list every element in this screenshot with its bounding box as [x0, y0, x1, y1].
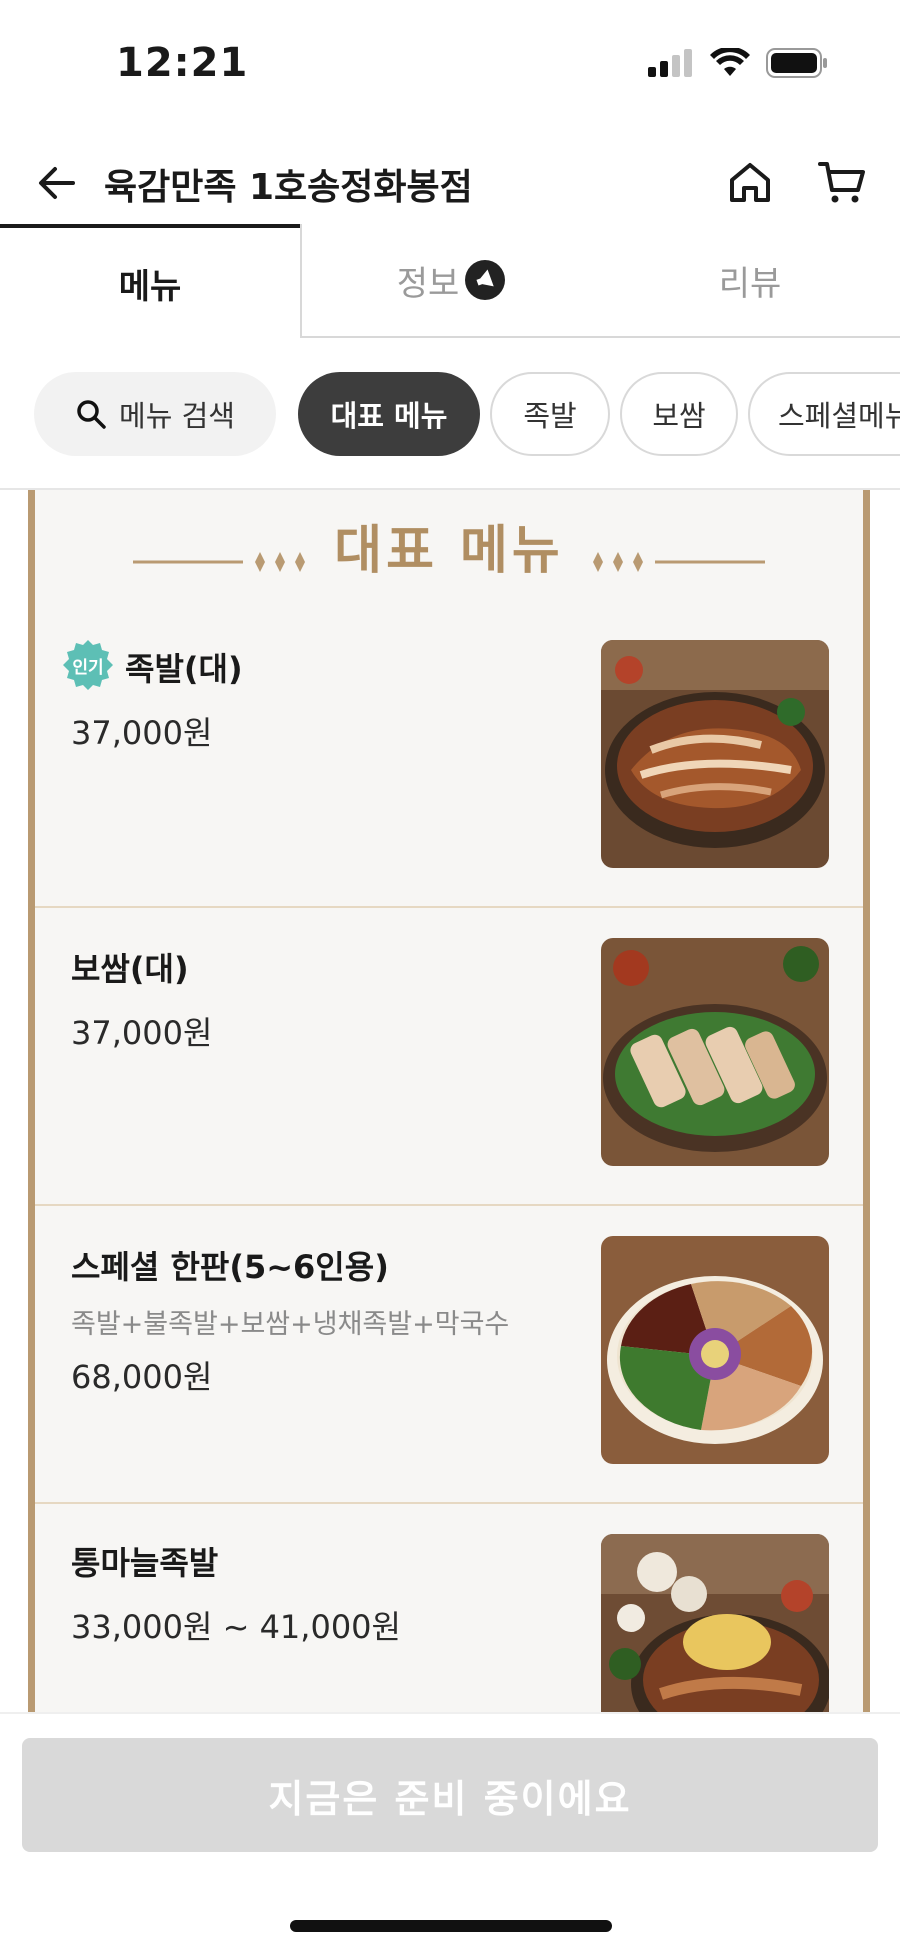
menu-item-description: 족발+불족발+보쌈+냉채족발+막국수 — [71, 1309, 510, 1340]
status-bar: 12:21 — [0, 0, 900, 130]
popular-badge-label: 인기 — [72, 658, 104, 678]
search-icon — [77, 400, 106, 429]
home-icon — [730, 163, 770, 202]
menu-item-name: 족발(대) — [125, 650, 243, 688]
cart-button[interactable] — [812, 152, 872, 212]
bossam-photo — [601, 938, 829, 1166]
order-button-disabled[interactable]: 지금은 준비 중이에요 — [22, 1738, 878, 1852]
chip-signature-menu[interactable]: 대표 메뉴 — [298, 372, 480, 456]
menu-item-price: 37,000원 — [71, 1014, 213, 1052]
megaphone-icon — [465, 260, 506, 300]
garlic-jokbal-photo — [601, 1534, 829, 1712]
wifi-icon — [710, 48, 750, 76]
popular-badge: 인기 — [61, 638, 115, 692]
menu-item[interactable]: 통마늘족발 33,000원 ~ 41,000원 — [35, 1504, 863, 1712]
menu-item-price: 68,000원 — [71, 1358, 213, 1396]
app-header: 육감만족 1호송정화봉점 — [0, 140, 900, 230]
tab-menu-label: 메뉴 — [118, 266, 182, 307]
bottom-bar: 지금은 준비 중이에요 — [0, 1712, 900, 1951]
menu-item-price: 33,000원 ~ 41,000원 — [71, 1608, 401, 1646]
menu-item[interactable]: 인기 족발(대) 37,000원 — [35, 610, 863, 908]
arrow-left-icon — [39, 167, 75, 199]
menu-item-name: 스페셜 한판(5~6인용) — [71, 1248, 389, 1286]
back-button[interactable] — [30, 156, 84, 210]
section-header: 대표 메뉴 — [35, 490, 863, 610]
menu-item-name: 통마늘족발 — [71, 1544, 219, 1582]
battery-icon — [766, 48, 827, 78]
status-icons — [648, 48, 828, 78]
cart-icon — [818, 162, 865, 203]
menu-search-chip[interactable]: 메뉴 검색 — [34, 372, 276, 456]
category-chips: 메뉴 검색 대표 메뉴 족발 보쌈 스페셜메뉴 — [0, 372, 900, 458]
menu-item-name: 보쌈(대) — [71, 950, 189, 988]
signal-icon — [648, 49, 692, 77]
menu-search-label: 메뉴 검색 — [119, 399, 235, 433]
tab-bar: 메뉴 정보 리뷰 — [0, 224, 900, 338]
store-title: 육감만족 1호송정화봉점 — [104, 167, 473, 208]
status-time: 12:21 — [116, 40, 249, 86]
menu-item-price: 37,000원 — [71, 714, 213, 752]
tab-info[interactable]: 정보 — [300, 224, 600, 338]
jokbal-photo — [601, 640, 829, 868]
home-indicator — [290, 1920, 612, 1932]
special-platter-photo — [601, 1236, 829, 1464]
tab-review-label: 리뷰 — [718, 263, 782, 304]
menu-item[interactable]: 스페셜 한판(5~6인용) 족발+불족발+보쌈+냉채족발+막국수 68,000원 — [35, 1206, 863, 1504]
menu-item[interactable]: 보쌈(대) 37,000원 — [35, 908, 863, 1206]
tab-review[interactable]: 리뷰 — [600, 224, 900, 338]
tab-menu[interactable]: 메뉴 — [0, 224, 300, 338]
tab-info-label: 정보 — [396, 263, 460, 304]
chip-special-menu[interactable]: 스페셜메뉴 — [748, 372, 900, 456]
home-button[interactable] — [720, 152, 780, 212]
chip-jokbal[interactable]: 족발 — [490, 372, 610, 456]
chip-bossam[interactable]: 보쌈 — [620, 372, 738, 456]
ornament-right-icon — [593, 552, 765, 572]
signature-menu-panel: 대표 메뉴 인기 족발(대) 37,000원 보쌈(대) 37,000원 스페셜… — [28, 490, 870, 1712]
